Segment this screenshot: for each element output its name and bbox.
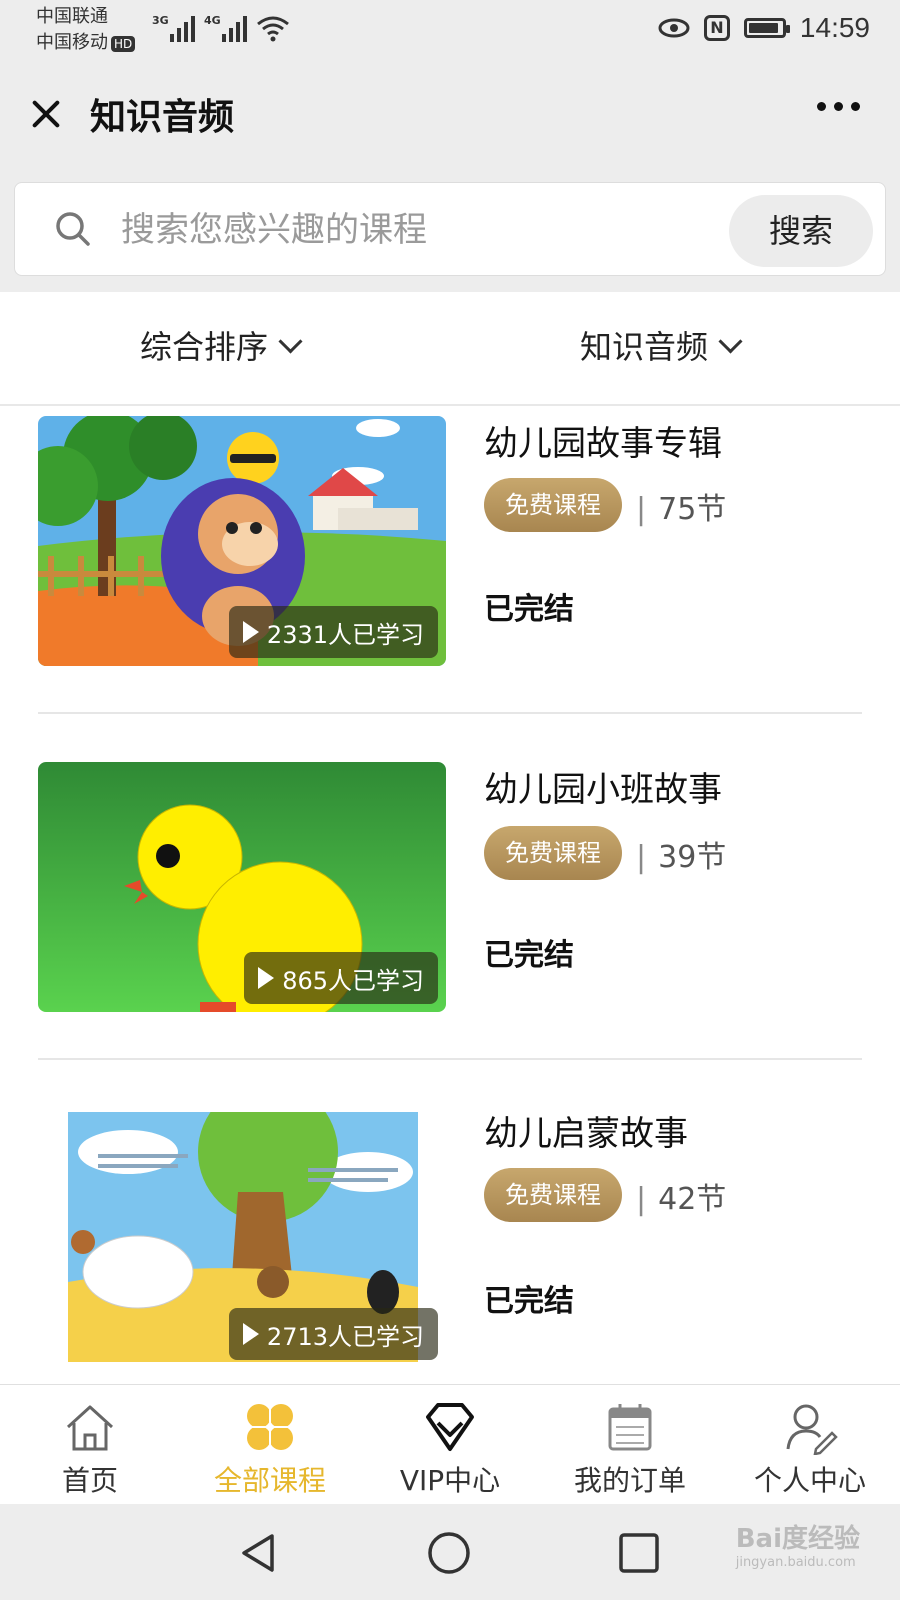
play-icon — [258, 967, 275, 989]
watermark-url: jingyan.baidu.com — [735, 1555, 856, 1570]
hd-badge: HD — [111, 36, 136, 52]
tab-label: VIP中心 — [399, 1464, 501, 1497]
lesson-count-label: 75节 — [658, 492, 727, 527]
free-course-badge: 免费课程 — [484, 826, 622, 880]
search-button[interactable]: 搜索 — [729, 195, 873, 267]
course-thumbnail[interactable]: 865人已学习 — [38, 762, 446, 1012]
tab-all-courses[interactable]: 全部课程 — [180, 1395, 360, 1499]
tab-vip-center[interactable]: VIP中心 — [360, 1395, 540, 1499]
divider — [38, 1058, 862, 1060]
search-box: 搜索 — [14, 182, 886, 276]
learners-label: 2331人已学习 — [266, 620, 424, 649]
calendar-icon — [608, 1404, 652, 1451]
system-nav-bar: Bai度经验 jingyan.baidu.com — [0, 1504, 900, 1600]
title-bar: 知识音频 — [0, 62, 900, 168]
carrier-name-2: 中国移动 HD — [36, 32, 136, 54]
signal-icon-2 — [222, 16, 247, 42]
course-list[interactable]: 2331人已学习 幼儿园故事专辑 免费课程 | 75节 已完结 865人已学习 … — [0, 406, 900, 1384]
chevron-down-icon — [278, 328, 303, 354]
page-title: 知识音频 — [90, 97, 235, 138]
separator: | — [636, 840, 647, 875]
status-bar: 中国联通 中国移动 HD 3G 4G N 14:59 — [0, 0, 900, 62]
tab-label: 我的订单 — [573, 1464, 686, 1497]
close-icon[interactable] — [24, 92, 68, 136]
signal-icon-1 — [170, 16, 195, 42]
battery-level — [748, 23, 778, 33]
recent-apps-square-icon[interactable] — [616, 1530, 662, 1576]
status-right: N 14:59 — [658, 12, 870, 44]
course-status: 已完结 — [484, 592, 574, 627]
lesson-count: | 75节 — [636, 484, 726, 528]
tab-label: 全部课程 — [213, 1464, 326, 1497]
user-edit-icon — [786, 1404, 838, 1455]
sort-label: 综合排序 — [140, 328, 269, 366]
search-icon — [56, 212, 90, 246]
tab-label: 首页 — [61, 1464, 118, 1497]
search-input[interactable] — [119, 205, 713, 255]
course-status: 已完结 — [484, 938, 574, 973]
course-title[interactable]: 幼儿园小班故事 — [484, 762, 722, 811]
lesson-count: | 42节 — [636, 1174, 726, 1218]
watermark: Bai度经验 jingyan.baidu.com — [736, 1518, 860, 1570]
watermark-brand: Bai度经验 — [735, 1524, 860, 1554]
category-dropdown[interactable]: 知识音频 — [580, 322, 743, 368]
vip-diamond-icon — [426, 1403, 474, 1451]
free-course-badge: 免费课程 — [484, 478, 622, 532]
learners-label: 2713人已学习 — [266, 1322, 424, 1351]
learners-count: 865人已学习 — [244, 952, 438, 1004]
search-area: 搜索 — [0, 168, 900, 292]
learners-label: 865人已学习 — [282, 966, 424, 995]
separator: | — [636, 492, 647, 527]
play-icon — [242, 621, 259, 643]
sort-dropdown[interactable]: 综合排序 — [140, 322, 303, 368]
home-circle-icon[interactable] — [426, 1530, 472, 1576]
home-icon — [66, 1405, 114, 1451]
carrier-2-label: 中国移动 — [36, 32, 108, 53]
course-thumbnail[interactable]: 2713人已学习 — [38, 1112, 446, 1362]
course-title[interactable]: 幼儿园故事专辑 — [484, 416, 722, 465]
learners-count: 2713人已学习 — [228, 1308, 438, 1360]
category-label: 知识音频 — [580, 328, 709, 366]
tab-personal-center[interactable]: 个人中心 — [720, 1395, 900, 1499]
battery-icon — [743, 18, 790, 38]
free-course-badge: 免费课程 — [484, 1168, 622, 1222]
learners-count: 2331人已学习 — [228, 606, 438, 658]
course-thumbnail[interactable]: 2331人已学习 — [38, 416, 446, 666]
eye-comfort-icon — [658, 18, 690, 38]
bottom-tab-bar: 首页 全部课程 VIP中心 我的订单 个人中心 — [0, 1384, 900, 1504]
separator: | — [636, 1182, 647, 1217]
play-icon — [242, 1323, 259, 1345]
filter-bar: 综合排序 知识音频 — [0, 292, 900, 406]
nfc-icon: N — [703, 15, 730, 41]
lesson-count: | 39节 — [636, 832, 726, 876]
more-options-icon[interactable] — [817, 102, 860, 111]
lesson-count-label: 39节 — [658, 840, 727, 875]
clover-icon — [246, 1403, 294, 1451]
tab-home[interactable]: 首页 — [0, 1395, 180, 1499]
carrier-name-1: 中国联通 — [36, 6, 108, 27]
chevron-down-icon — [718, 328, 743, 354]
lesson-count-label: 42节 — [658, 1182, 727, 1217]
network-type-3g: 3G — [152, 14, 169, 27]
tab-label: 个人中心 — [753, 1464, 866, 1497]
network-type-4g: 4G — [204, 14, 221, 27]
wifi-icon — [257, 16, 289, 42]
course-title[interactable]: 幼儿启蒙故事 — [484, 1106, 688, 1155]
divider — [38, 712, 862, 714]
course-status: 已完结 — [484, 1284, 574, 1319]
tab-my-orders[interactable]: 我的订单 — [540, 1395, 720, 1499]
back-triangle-icon[interactable] — [236, 1530, 282, 1576]
clock: 14:59 — [799, 12, 870, 43]
